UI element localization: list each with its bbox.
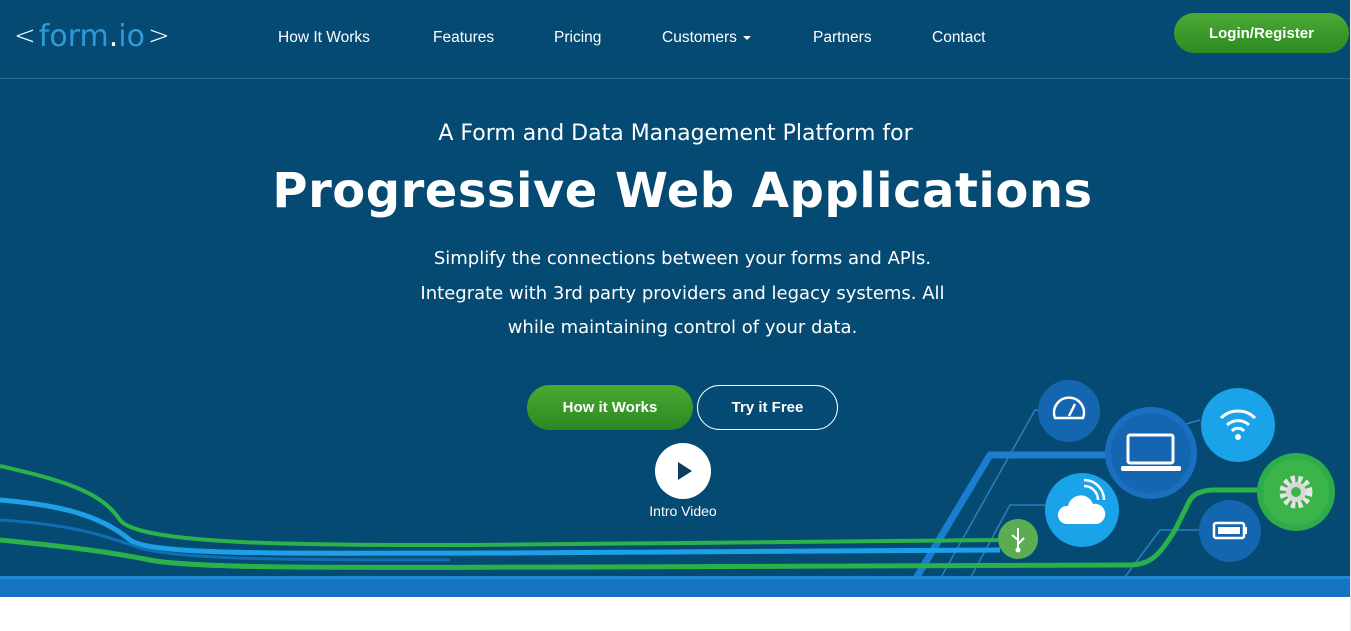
hero-title: Progressive Web Applications [272,163,1093,219]
play-video-button[interactable] [655,443,711,499]
login-register-button[interactable]: Login/Register [1174,13,1349,53]
caret-down-icon [742,35,751,40]
hero-subtitle: A Form and Data Management Platform for [438,121,913,146]
logo-wordmark: form.io [39,19,145,54]
green-wave-line [0,464,1001,548]
intro-video-label[interactable]: Intro Video [610,503,756,519]
nav-how-it-works[interactable]: How It Works [278,29,370,47]
nav-pricing[interactable]: Pricing [554,29,601,47]
logo-close-bracket: > [148,21,170,51]
logo-io: io [118,18,145,54]
how-it-works-button[interactable]: How it Works [527,385,693,430]
nav-customers-label: Customers [662,29,737,46]
laptop-icon [1105,407,1197,499]
play-icon [678,462,692,480]
dashboard-icon [1038,380,1100,442]
bottom-stripe [0,578,1351,597]
cloud-icon [1045,473,1119,547]
gear-icon [1257,453,1335,531]
wifi-icon [1201,388,1275,462]
hero-description-line: Simplify the connections between your fo… [433,248,932,269]
usb-icon [998,519,1038,559]
hero-description-line: while maintaining control of your data. [507,317,858,338]
nav-partners[interactable]: Partners [813,29,872,47]
nav-features[interactable]: Features [433,29,494,47]
nav-customers[interactable]: Customers [662,29,751,47]
logo-open-bracket: < [14,21,36,51]
logo[interactable]: < form.io > [14,16,170,56]
bottom-stripe-highlight [0,576,1351,579]
hero-description-line: Integrate with 3rd party providers and l… [420,283,945,304]
logo-dot: . [108,18,119,54]
nav-contact[interactable]: Contact [932,29,985,47]
navbar: < form.io > How It Works Features Pricin… [0,0,1351,79]
logo-form: form [38,18,109,54]
battery-icon [1199,500,1261,562]
connector-line [929,409,1060,597]
page-content-below [0,597,1351,631]
try-it-free-button[interactable]: Try it Free [697,385,838,430]
hero-section: < form.io > How It Works Features Pricin… [0,0,1351,597]
